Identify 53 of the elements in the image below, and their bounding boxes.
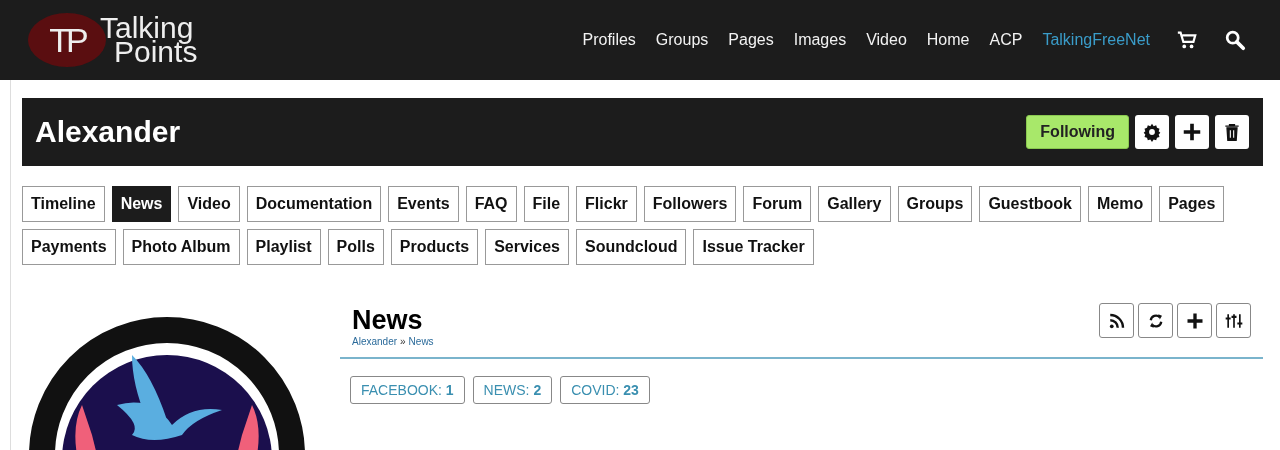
tag-filter[interactable]: COVID: 23 bbox=[560, 376, 650, 404]
search-icon[interactable] bbox=[1224, 29, 1246, 51]
profile-tab[interactable]: Polls bbox=[327, 229, 384, 265]
profile-tab[interactable]: Gallery bbox=[818, 186, 891, 222]
settings-button[interactable] bbox=[1135, 115, 1169, 149]
nav-link[interactable]: Groups bbox=[655, 31, 709, 49]
profile-tab[interactable]: FAQ bbox=[465, 186, 517, 222]
nav-link[interactable]: TalkingFreeNet bbox=[1042, 31, 1150, 49]
profile-tab[interactable]: Services bbox=[485, 229, 569, 265]
nav-link[interactable]: ACP bbox=[989, 31, 1023, 49]
profile-tab[interactable]: File bbox=[523, 186, 570, 222]
rss-icon bbox=[1107, 311, 1126, 330]
section-title: News bbox=[352, 305, 424, 336]
nav-link[interactable]: Home bbox=[926, 31, 970, 49]
profile-tab[interactable]: Playlist bbox=[246, 229, 321, 265]
profile-tab[interactable]: Forum bbox=[743, 186, 812, 222]
profile-tab[interactable]: Memo bbox=[1087, 186, 1153, 222]
nav-link[interactable]: Profiles bbox=[582, 31, 636, 49]
profile-tab[interactable]: Timeline bbox=[22, 186, 105, 222]
refresh-button[interactable] bbox=[1138, 303, 1173, 338]
trash-icon bbox=[1222, 122, 1242, 142]
profile-tab[interactable]: Groups bbox=[897, 186, 973, 222]
breadcrumb-separator: » bbox=[400, 336, 406, 347]
settings-icon bbox=[1142, 122, 1162, 142]
profile-tab[interactable]: Events bbox=[388, 186, 459, 222]
add-button[interactable] bbox=[1175, 115, 1209, 149]
delete-button[interactable] bbox=[1215, 115, 1249, 149]
breadcrumb-link[interactable]: Alexander bbox=[352, 336, 398, 347]
breadcrumb-link[interactable]: News bbox=[408, 336, 434, 347]
add-button[interactable] bbox=[1177, 303, 1212, 338]
profile-tab[interactable]: Followers bbox=[643, 186, 737, 222]
tag-filter[interactable]: NEWS: 2 bbox=[472, 376, 553, 404]
filter-button[interactable] bbox=[1216, 303, 1251, 338]
profile-tab[interactable]: Guestbook bbox=[979, 186, 1081, 222]
following-button[interactable]: Following bbox=[1026, 115, 1129, 149]
profile-tab[interactable]: Payments bbox=[22, 229, 116, 265]
nav-link[interactable]: Video bbox=[866, 31, 907, 49]
profile-tab[interactable]: News bbox=[111, 186, 172, 222]
cart-icon[interactable] bbox=[1176, 29, 1198, 51]
nav-link[interactable]: Pages bbox=[728, 31, 774, 49]
profile-tab[interactable]: Documentation bbox=[246, 186, 382, 222]
nav-link[interactable]: Images bbox=[793, 31, 847, 49]
plus-icon bbox=[1181, 121, 1203, 143]
profile-tab[interactable]: Products bbox=[390, 229, 479, 265]
profile-name: Alexander bbox=[35, 115, 181, 149]
profile-tab[interactable]: Flickr bbox=[576, 186, 637, 222]
rss-button[interactable] bbox=[1099, 303, 1134, 338]
tag-filter[interactable]: FACEBOOK: 1 bbox=[350, 376, 465, 404]
profile-tab[interactable]: Photo Album bbox=[122, 229, 240, 265]
profile-tab[interactable]: Issue Tracker bbox=[693, 229, 814, 265]
profile-tab[interactable]: Video bbox=[178, 186, 240, 222]
profile-tab[interactable]: Pages bbox=[1159, 186, 1225, 222]
profile-tab[interactable]: Soundcloud bbox=[576, 229, 687, 265]
